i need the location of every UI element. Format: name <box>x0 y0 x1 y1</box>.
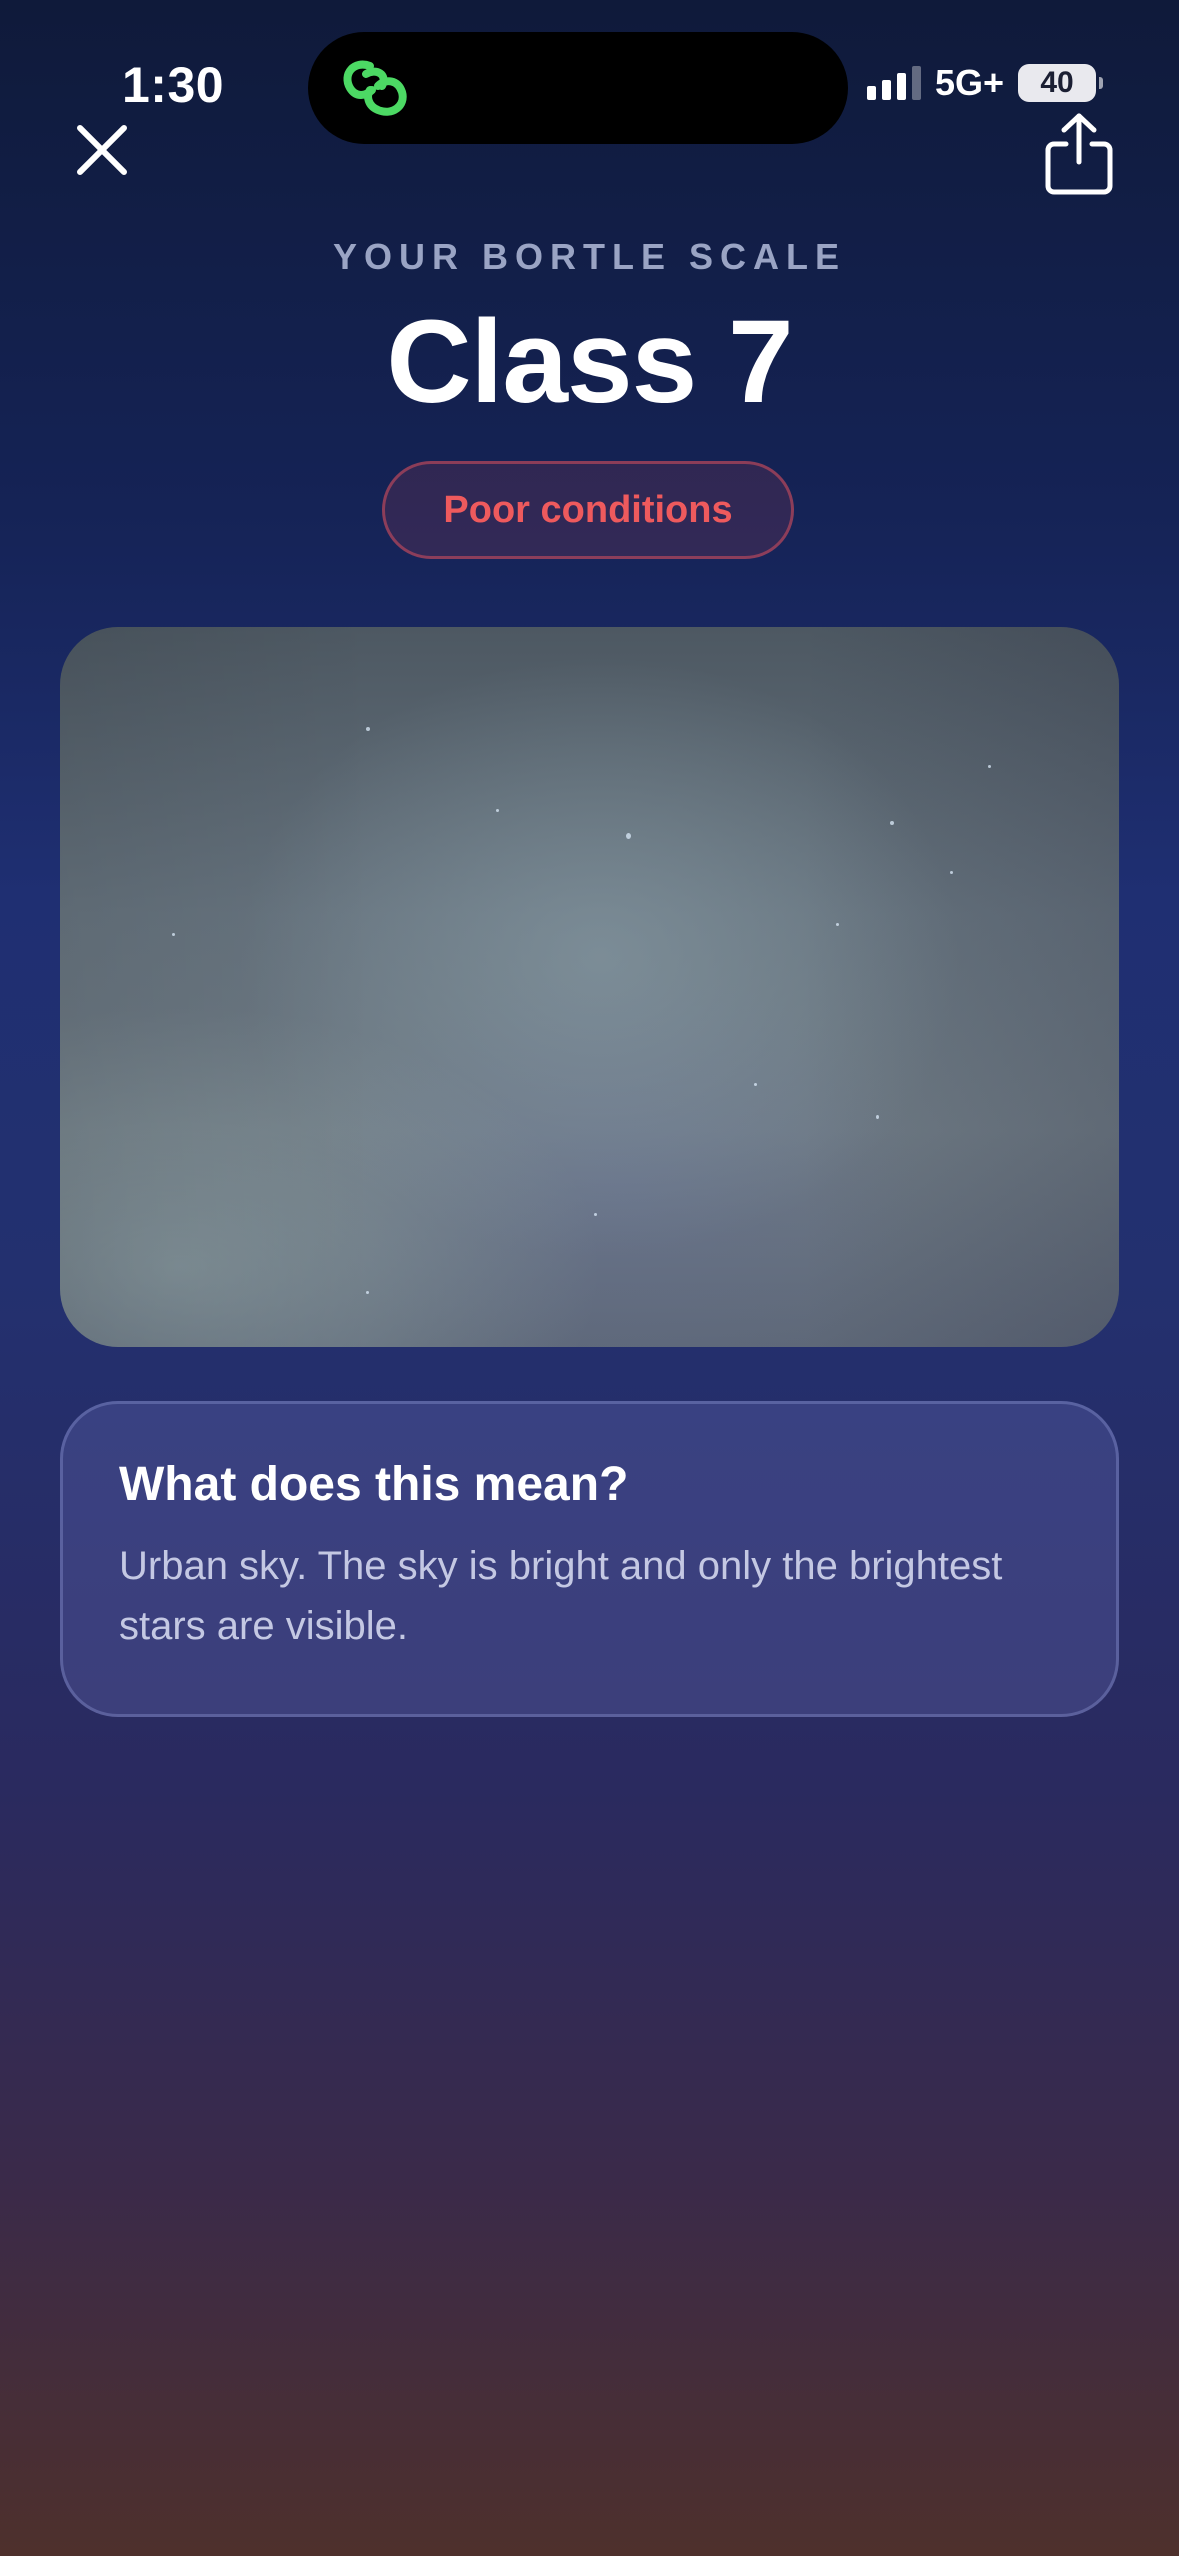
cellular-signal-icon <box>866 66 921 100</box>
info-card-body: Urban sky. The sky is bright and only th… <box>119 1544 1003 1648</box>
info-card-heading: What does this mean? <box>119 1458 629 1511</box>
sky-photo <box>60 627 1119 1347</box>
conditions-badge: Poor conditions <box>382 461 794 559</box>
battery-level: 40 <box>1018 64 1096 102</box>
bortle-class-title: Class 7 <box>386 296 793 428</box>
dynamic-island <box>308 32 848 144</box>
link-rings-icon <box>343 60 407 116</box>
status-time: 1:30 <box>122 57 225 113</box>
status-indicators: 5G+ 40 <box>866 62 1103 104</box>
info-card: What does this mean? Urban sky. The sky … <box>60 1401 1119 1717</box>
battery-icon: 40 <box>1018 64 1103 102</box>
bortle-scale-eyebrow: YOUR BORTLE SCALE <box>332 236 846 277</box>
close-icon[interactable] <box>70 118 134 182</box>
network-type: 5G+ <box>934 62 1004 103</box>
share-icon[interactable] <box>1040 110 1118 196</box>
